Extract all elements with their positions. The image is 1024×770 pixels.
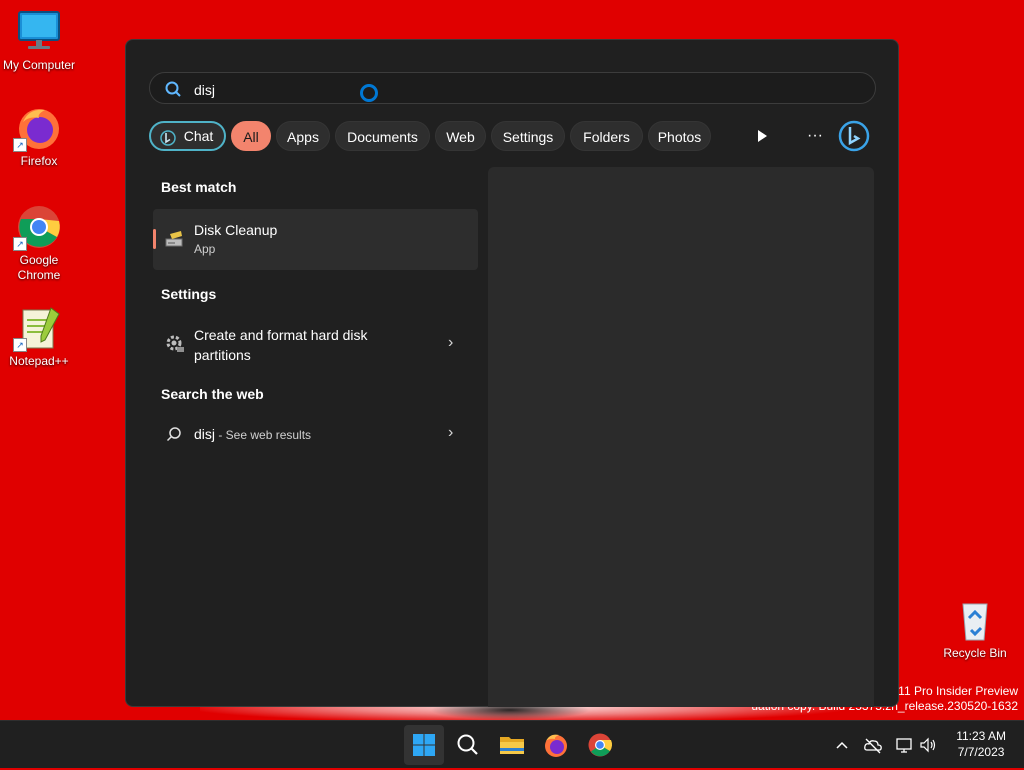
desktop-icon-recycle-bin[interactable]: Recycle Bin (936, 596, 1014, 661)
play-arrow-icon (758, 130, 767, 142)
result-title-line-1: Create and format hard disk (194, 327, 368, 343)
desktop-icon-label: Notepad++ (9, 354, 69, 368)
filter-web[interactable]: Web (435, 121, 486, 151)
volume-tray-button[interactable] (918, 735, 938, 755)
bing-button[interactable] (838, 120, 870, 152)
windows-logo-icon (413, 734, 435, 756)
onedrive-tray-button[interactable] (863, 735, 883, 755)
monitor-icon (15, 8, 63, 56)
settings-heading: Settings (161, 286, 217, 302)
filter-apps[interactable]: Apps (276, 121, 330, 151)
filter-label: Settings (502, 129, 554, 145)
search-box[interactable] (149, 72, 876, 104)
volume-icon (920, 737, 936, 753)
shortcut-arrow-icon: ↗ (13, 237, 27, 251)
search-web-heading: Search the web (161, 386, 264, 402)
shortcut-arrow-icon: ↗ (13, 138, 27, 152)
folder-icon (500, 737, 524, 754)
settings-gear-icon (165, 334, 185, 359)
bing-chat-icon (160, 128, 176, 154)
loading-cursor-icon (360, 84, 378, 102)
web-query: disj (194, 426, 216, 442)
result-subtitle: App (194, 242, 216, 256)
chevron-up-icon (836, 741, 848, 749)
more-options-label: ··· (807, 127, 823, 144)
search-icon (457, 734, 478, 755)
clock-date: 7/7/2023 (957, 745, 1005, 759)
firefox-icon: ↗ (13, 104, 63, 152)
more-options-button[interactable]: ··· (799, 120, 831, 152)
desktop-icon-firefox[interactable]: ↗ Firefox (0, 104, 78, 169)
web-search-icon (166, 426, 182, 447)
search-input[interactable] (192, 79, 796, 101)
chrome-icon (588, 733, 612, 757)
filter-documents[interactable]: Documents (335, 121, 430, 151)
network-icon (896, 738, 912, 753)
taskbar-chrome[interactable] (580, 725, 620, 765)
filter-label: Photos (657, 129, 702, 145)
filter-all[interactable]: All (231, 121, 271, 151)
desktop-icon-notepadpp[interactable]: ↗ Notepad++ (0, 304, 78, 369)
shortcut-arrow-icon: ↗ (13, 338, 27, 352)
filter-label: Web (446, 129, 475, 145)
web-result-text: disj - See web results (194, 426, 311, 442)
taskbar-firefox[interactable] (536, 725, 576, 765)
disk-cleanup-icon (165, 230, 185, 255)
show-hidden-icons-button[interactable] (832, 735, 852, 755)
filter-label: Apps (287, 129, 319, 145)
taskbar-clock[interactable]: 11:23 AM 7/7/2023 (956, 728, 1006, 760)
recycle-bin-icon (951, 596, 999, 644)
filter-chat[interactable]: Chat (149, 121, 226, 151)
filter-label: Folders (583, 129, 630, 145)
best-match-result[interactable]: Disk Cleanup App (153, 209, 478, 270)
filter-folders[interactable]: Folders (570, 121, 643, 151)
desktop-icon-label: Firefox (20, 154, 58, 168)
clock-time: 11:23 AM (956, 729, 1006, 743)
web-suffix: - See web results (215, 428, 312, 442)
taskbar: 11:23 AM 7/7/2023 (0, 720, 1024, 768)
filter-bar: Chat All Apps Documents Web Settings Fol… (149, 120, 889, 154)
web-result[interactable]: disj - See web results › (153, 418, 478, 452)
preview-pane (488, 167, 874, 707)
settings-result[interactable]: Create and format hard disk partitions › (153, 319, 478, 371)
filter-label: Chat (183, 128, 214, 144)
desktop-icon-google-chrome[interactable]: ↗ Google Chrome (0, 203, 78, 283)
chrome-icon: ↗ (13, 203, 63, 251)
result-title-line-2: partitions (194, 347, 251, 363)
search-panel: Chat All Apps Documents Web Settings Fol… (125, 39, 899, 707)
desktop-icon-label: Google Chrome (17, 253, 61, 282)
filter-scroll-button[interactable] (746, 120, 778, 152)
chevron-right-icon: › (448, 334, 454, 351)
cloud-offline-icon (864, 738, 882, 754)
filter-photos[interactable]: Photos (648, 121, 711, 151)
result-title: Disk Cleanup (194, 222, 278, 238)
filter-settings[interactable]: Settings (491, 121, 565, 151)
taskbar-search-button[interactable] (448, 725, 488, 765)
desktop-icon-my-computer[interactable]: My Computer (0, 8, 78, 73)
search-icon (164, 80, 182, 103)
notepadpp-icon: ↗ (13, 304, 63, 352)
network-tray-button[interactable] (895, 735, 915, 755)
filter-label: Documents (347, 129, 418, 145)
filter-label: All (243, 129, 259, 145)
best-match-heading: Best match (161, 179, 237, 195)
start-button[interactable] (404, 725, 444, 765)
selection-accent (153, 229, 156, 249)
chevron-right-icon: › (448, 424, 454, 441)
firefox-icon (545, 734, 567, 757)
desktop-icon-label: My Computer (2, 58, 76, 72)
desktop-icon-label: Recycle Bin (943, 646, 1007, 660)
taskbar-file-explorer[interactable] (492, 725, 532, 765)
bing-logo-icon (838, 120, 870, 152)
